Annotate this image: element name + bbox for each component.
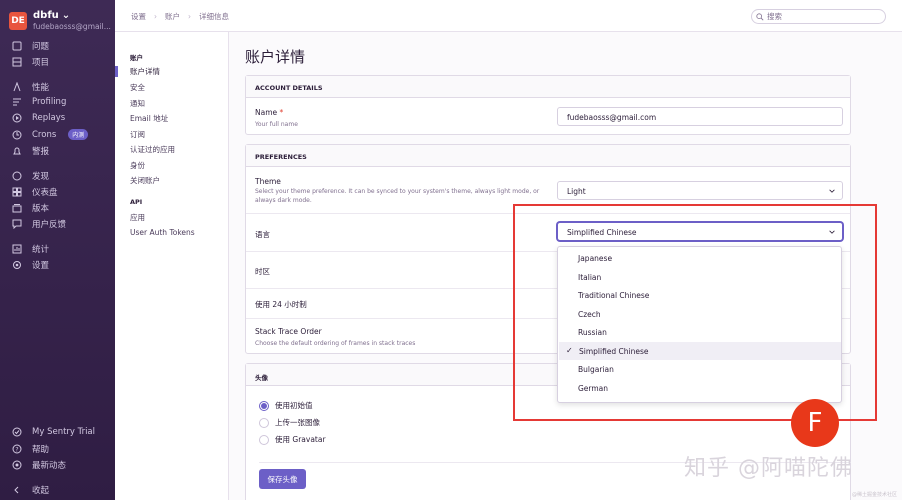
breadcrumb-account[interactable]: 账户	[165, 11, 180, 22]
projects-icon	[12, 57, 22, 67]
dashboards-icon	[12, 187, 22, 197]
search-input[interactable]: 搜索	[751, 9, 886, 24]
help-icon: ?	[12, 444, 22, 454]
breadcrumb-details: 详细信息	[199, 12, 229, 21]
active-indicator	[115, 66, 118, 77]
clock24-label: 使用 24 小时制	[255, 300, 307, 309]
watermark: 知乎 @阿喵陀佛	[684, 456, 853, 481]
chevron-down-icon: ⌄	[61, 10, 71, 21]
org-switcher[interactable]: DE dbfu ⌄ fudebaosss@gmail...	[9, 10, 111, 32]
sidebar-item-help[interactable]: ? 帮助	[12, 443, 49, 455]
user-avatar-circle: F	[791, 399, 839, 447]
sidebar-item-profiling[interactable]: Profiling	[12, 97, 66, 107]
sidebar-item-crons[interactable]: Crons 内测	[12, 129, 89, 140]
releases-icon	[12, 203, 22, 213]
avatar-option-initials[interactable]: 使用初始值	[259, 400, 313, 411]
sidebar-item-discover[interactable]: 发现	[12, 170, 49, 182]
sidebar-item-feedback[interactable]: 用户反馈	[12, 218, 66, 230]
sidebar-item-replays[interactable]: Replays	[12, 113, 65, 123]
chevron-right-icon: ›	[188, 12, 191, 21]
sidebar-item-trial[interactable]: My Sentry Trial	[12, 427, 95, 437]
search-icon	[756, 12, 764, 20]
feedback-icon	[12, 219, 22, 229]
language-label: 语言	[255, 230, 270, 239]
alerts-icon	[12, 146, 22, 156]
settings-nav-item[interactable]: 认证过的应用	[130, 144, 175, 155]
sidebar: DE dbfu ⌄ fudebaosss@gmail... 问题 项目 性能 Pr…	[0, 0, 115, 500]
sidebar-item-performance[interactable]: 性能	[12, 81, 49, 93]
settings-nav-item[interactable]: 订阅	[130, 129, 145, 140]
collapse-icon	[12, 485, 22, 495]
name-field[interactable]: fudebaosss@gmail.com	[557, 107, 843, 126]
sidebar-item-whats-new[interactable]: 最新动态	[12, 459, 66, 471]
sidebar-item-projects[interactable]: 项目	[12, 56, 49, 68]
sidebar-item-issues[interactable]: 问题	[12, 40, 49, 52]
sidebar-collapse[interactable]: 收起	[12, 484, 49, 496]
org-email: fudebaosss@gmail...	[33, 22, 111, 31]
settings-nav-heading-account: 账户	[130, 54, 143, 62]
settings-nav-item[interactable]: Email 地址	[130, 113, 168, 124]
stats-icon	[12, 244, 22, 254]
timezone-label: 时区	[255, 267, 270, 276]
profiling-icon	[12, 97, 22, 107]
save-avatar-button[interactable]: 保存头像	[259, 469, 306, 489]
discover-icon	[12, 171, 22, 181]
sidebar-item-settings[interactable]: 设置	[12, 259, 49, 271]
avatar-option-upload[interactable]: 上传一张图像	[259, 417, 320, 428]
settings-nav-item[interactable]: User Auth Tokens	[130, 228, 195, 237]
svg-text:?: ?	[15, 447, 18, 454]
required-marker: *	[279, 108, 284, 117]
breadcrumb-settings[interactable]: 设置	[131, 11, 146, 22]
stacktrace-label: Stack Trace Order	[255, 327, 322, 336]
theme-help: Select your theme preference. It can be …	[255, 188, 540, 204]
org-name: dbfu	[33, 10, 59, 21]
app: DE dbfu ⌄ fudebaosss@gmail... 问题 项目 性能 Pr…	[0, 0, 902, 500]
highlight-box	[513, 204, 877, 421]
settings-nav-item[interactable]: 账户详情	[130, 66, 160, 77]
name-help: Your full name	[255, 121, 298, 128]
settings-nav-item[interactable]: 身份	[130, 160, 145, 171]
issues-icon	[12, 41, 22, 51]
panel-heading: PREFERENCES	[246, 145, 850, 167]
crons-icon	[12, 130, 22, 140]
search-placeholder: 搜索	[767, 12, 782, 21]
settings-nav-item[interactable]: 关闭账户	[130, 175, 160, 186]
trial-icon	[12, 427, 22, 437]
breadcrumb: 设置 › 账户 › 详细信息	[131, 11, 229, 22]
sidebar-item-dashboards[interactable]: 仪表盘	[12, 186, 58, 198]
broadcast-icon	[12, 460, 22, 470]
settings-icon	[12, 260, 22, 270]
page-title: 账户详情	[245, 48, 306, 66]
theme-select[interactable]: Light	[557, 181, 843, 200]
beta-badge: 内测	[68, 129, 89, 140]
sidebar-item-stats[interactable]: 统计	[12, 243, 49, 255]
org-avatar: DE	[9, 12, 27, 30]
avatar-option-gravatar[interactable]: 使用 Gravatar	[259, 434, 326, 445]
settings-nav-heading-api: API	[130, 198, 143, 206]
name-label: Name	[255, 108, 278, 117]
sidebar-item-releases[interactable]: 版本	[12, 202, 49, 214]
watermark-small: @稀土掘金技术社区	[852, 492, 898, 498]
chevron-down-icon	[829, 189, 835, 193]
settings-nav-item[interactable]: 应用	[130, 212, 145, 223]
sidebar-item-alerts[interactable]: 警报	[12, 145, 49, 157]
performance-icon	[12, 82, 22, 92]
radio	[259, 434, 269, 445]
topbar: 设置 › 账户 › 详细信息 搜索	[115, 0, 902, 32]
settings-nav-item[interactable]: 通知	[130, 98, 145, 109]
radio-selected	[259, 400, 269, 411]
settings-nav-item[interactable]: 安全	[130, 82, 145, 93]
replays-icon	[12, 113, 22, 123]
panel-heading: ACCOUNT DETAILS	[246, 76, 850, 98]
stacktrace-help: Choose the default ordering of frames in…	[255, 340, 416, 347]
chevron-right-icon: ›	[154, 12, 157, 21]
settings-nav: 账户 账户详情 安全 通知 Email 地址 订阅 认证过的应用 身份 关闭账户…	[115, 32, 229, 500]
radio	[259, 417, 269, 428]
theme-label: Theme	[255, 177, 281, 186]
account-details-panel: ACCOUNT DETAILS Name * Your full name fu…	[245, 75, 851, 135]
